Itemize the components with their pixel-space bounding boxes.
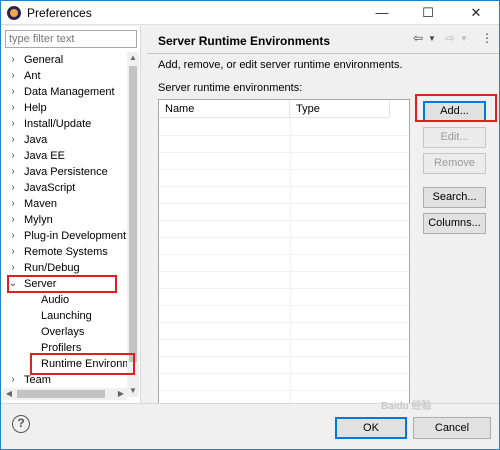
expand-icon[interactable]: › xyxy=(7,132,19,148)
column-divider xyxy=(290,118,291,403)
runtime-environments-highlight-box xyxy=(30,353,135,375)
expand-icon[interactable]: › xyxy=(7,196,19,212)
scroll-left-icon[interactable]: ◀ xyxy=(3,388,15,400)
tree-vertical-scrollbar[interactable]: ▲ ▼ xyxy=(127,52,139,397)
cancel-button[interactable]: Cancel xyxy=(413,417,491,439)
tree-item-java-ee[interactable]: › Java EE xyxy=(1,148,127,164)
columns-button[interactable]: Columns... xyxy=(423,213,486,234)
grid-line xyxy=(159,373,409,374)
expand-icon[interactable]: › xyxy=(7,148,19,164)
grid-line xyxy=(159,152,409,153)
grid-line xyxy=(159,271,409,272)
minimize-button[interactable]: — xyxy=(359,1,405,25)
watermark-logo: Baidu 经验 xyxy=(381,401,432,412)
tree-item-mylyn[interactable]: › Mylyn xyxy=(1,212,127,228)
back-menu-icon[interactable]: ▼ xyxy=(428,34,436,43)
tree-item-java[interactable]: › Java xyxy=(1,132,127,148)
expand-icon[interactable]: › xyxy=(7,244,19,260)
expand-icon[interactable]: › xyxy=(7,212,19,228)
grid-line xyxy=(159,339,409,340)
page-description: Add, remove, or edit server runtime envi… xyxy=(158,59,403,71)
tree-item-overlays[interactable]: Overlays xyxy=(1,324,127,340)
content-panel: Server Runtime Environments ⇦ ▼ ⇨ ▼ ⋮ Ad… xyxy=(147,26,499,404)
tree-item-run-debug[interactable]: › Run/Debug xyxy=(1,260,127,276)
tree-item-install-update[interactable]: › Install/Update xyxy=(1,116,127,132)
header-separator xyxy=(147,53,499,54)
expand-icon[interactable]: › xyxy=(7,180,19,196)
tree-item-ant[interactable]: › Ant xyxy=(1,68,127,84)
grid-line xyxy=(159,305,409,306)
expand-icon[interactable]: › xyxy=(7,52,19,68)
page-title: Server Runtime Environments xyxy=(158,34,331,48)
scrollbar-thumb[interactable] xyxy=(129,66,137,362)
scroll-right-icon[interactable]: ▶ xyxy=(115,388,127,400)
tree-item-launching[interactable]: Launching xyxy=(1,308,127,324)
tree-item-data-management[interactable]: › Data Management xyxy=(1,84,127,100)
server-highlight-box xyxy=(7,275,117,293)
add-highlight-box xyxy=(415,94,497,122)
expand-icon[interactable]: › xyxy=(7,116,19,132)
tree-item-remote-systems[interactable]: › Remote Systems xyxy=(1,244,127,260)
title-bar: Preferences — ☐ ✕ xyxy=(1,1,499,25)
filter-input[interactable] xyxy=(5,30,137,48)
grid-line xyxy=(159,322,409,323)
window-title: Preferences xyxy=(27,6,92,20)
grid-line xyxy=(159,169,409,170)
grid-line xyxy=(159,186,409,187)
eclipse-icon xyxy=(7,6,21,20)
scroll-up-icon[interactable]: ▲ xyxy=(127,52,139,64)
grid-line xyxy=(159,288,409,289)
grid-line xyxy=(159,254,409,255)
close-button[interactable]: ✕ xyxy=(453,1,499,25)
remove-button[interactable]: Remove xyxy=(423,153,486,174)
edit-button[interactable]: Edit... xyxy=(423,127,486,148)
runtime-environments-table[interactable]: Name Type xyxy=(158,99,410,404)
tree-item-java-persistence[interactable]: › Java Persistence xyxy=(1,164,127,180)
expand-icon[interactable]: › xyxy=(7,260,19,276)
tree-item-plugin-development[interactable]: › Plug-in Development xyxy=(1,228,127,244)
column-header-type[interactable]: Type xyxy=(290,100,390,118)
maximize-button[interactable]: ☐ xyxy=(405,1,451,25)
grid-line xyxy=(159,237,409,238)
expand-icon[interactable]: › xyxy=(7,228,19,244)
grid-line xyxy=(159,390,409,391)
scroll-down-icon[interactable]: ▼ xyxy=(127,385,139,397)
expand-icon[interactable]: › xyxy=(7,164,19,180)
preference-tree: › General › Ant › Data Management › Help › In… xyxy=(1,52,127,392)
runtime-list-label: Server runtime environments: xyxy=(158,82,303,94)
preference-tree-panel: ›General ›Ant ›Data Management ›Help ›In… xyxy=(1,26,141,403)
tree-item-maven[interactable]: › Maven xyxy=(1,196,127,212)
tree-item-general[interactable]: › General xyxy=(1,52,127,68)
grid-line xyxy=(159,203,409,204)
tree-item-help[interactable]: › Help xyxy=(1,100,127,116)
tree-item-javascript[interactable]: › JavaScript xyxy=(1,180,127,196)
grid-line xyxy=(159,135,409,136)
column-header-name[interactable]: Name xyxy=(159,100,290,118)
expand-icon[interactable]: › xyxy=(7,68,19,84)
scrollbar-thumb[interactable] xyxy=(17,390,105,398)
grid-line xyxy=(159,356,409,357)
back-icon[interactable]: ⇦ xyxy=(413,31,423,45)
forward-icon[interactable]: ⇨ xyxy=(445,31,455,45)
help-icon[interactable]: ? xyxy=(12,415,30,433)
expand-icon[interactable]: › xyxy=(7,100,19,116)
view-menu-icon[interactable]: ⋮ xyxy=(481,31,493,45)
tree-horizontal-scrollbar[interactable]: ◀ ▶ xyxy=(3,388,127,400)
tree-item-audio[interactable]: Audio xyxy=(1,292,127,308)
forward-menu-icon[interactable]: ▼ xyxy=(460,34,468,43)
expand-icon[interactable]: › xyxy=(7,84,19,100)
preferences-window: Preferences — ☐ ✕ ›General ›Ant ›Data Ma… xyxy=(0,0,500,450)
expand-icon[interactable]: › xyxy=(7,372,19,388)
ok-button[interactable]: OK xyxy=(335,417,407,439)
search-button[interactable]: Search... xyxy=(423,187,486,208)
grid-line xyxy=(159,220,409,221)
